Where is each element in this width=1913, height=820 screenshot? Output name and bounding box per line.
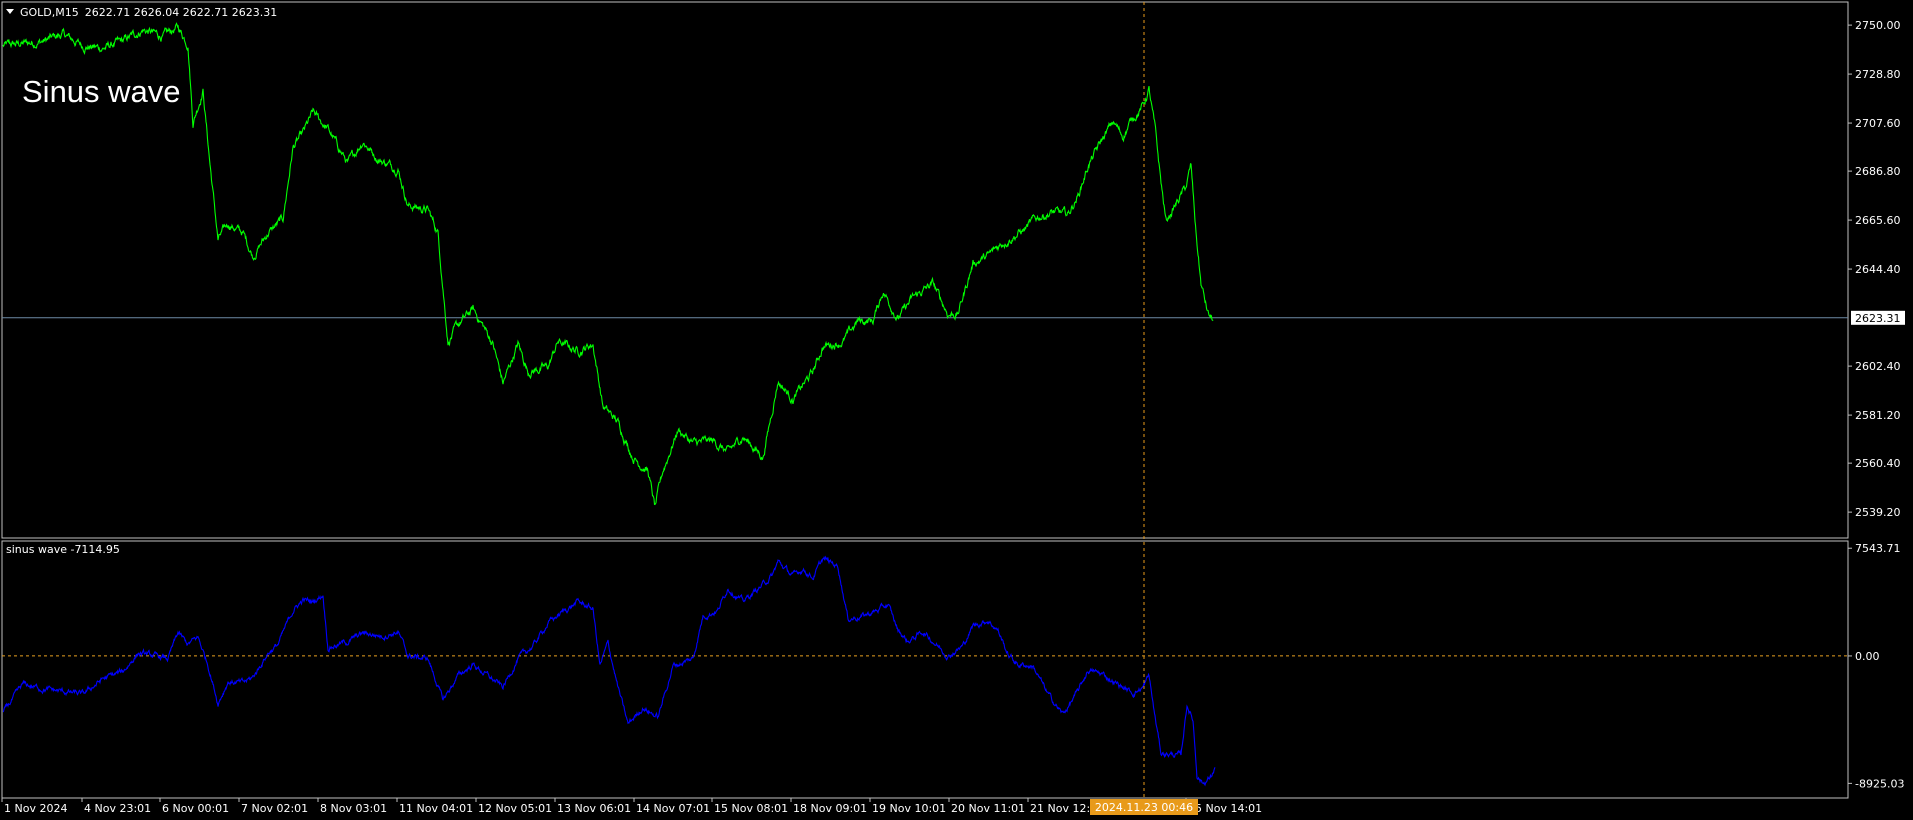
svg-text:GOLD,M152622.71 2626.04 2622.7: GOLD,M15 2622.71 2626.04 2622.71 2623.31 — [20, 6, 277, 19]
x-tick-label: 11 Nov 04:01 — [399, 802, 473, 815]
y-tick-label: 2728.80 — [1855, 68, 1901, 81]
symbol-header: GOLD,M15 2622.71 2626.04 2622.71 2623.31 — [6, 6, 277, 19]
x-tick-label: 12 Nov 05:01 — [478, 802, 552, 815]
y-tick-label: 2750.00 — [1855, 19, 1901, 32]
y-tick-label: 2581.20 — [1855, 409, 1901, 422]
ohlc-values: 2622.71 2626.04 2622.71 2623.31 — [85, 6, 277, 19]
x-tick-label: 13 Nov 06:01 — [557, 802, 631, 815]
indicator-y-tick-label: -8925.03 — [1855, 777, 1904, 790]
y-tick-label: 2539.20 — [1855, 506, 1901, 519]
y-tick-label: 2602.40 — [1855, 360, 1901, 373]
chart-background — [0, 0, 1913, 820]
x-tick-label: 6 Nov 00:01 — [162, 802, 229, 815]
x-tick-label: 1 Nov 2024 — [4, 802, 67, 815]
y-tick-label: 2560.40 — [1855, 457, 1901, 470]
x-tick-label: 4 Nov 23:01 — [84, 802, 151, 815]
x-tick-label: 25 Nov 14:01 — [1188, 802, 1262, 815]
sinus-wave-title: Sinus wave — [22, 74, 181, 109]
symbol-name: GOLD,M15 — [20, 6, 79, 19]
current-price-label: 2623.31 — [1855, 312, 1901, 325]
indicator-y-tick-label: 0.00 — [1855, 650, 1880, 663]
x-tick-label: 20 Nov 11:01 — [951, 802, 1025, 815]
y-tick-label: 2644.40 — [1855, 263, 1901, 276]
y-tick-label: 2707.60 — [1855, 117, 1901, 130]
trading-chart[interactable]: 2750.00 2728.80 2707.60 2686.80 2665.60 2644.… — [0, 0, 1913, 820]
x-tick-label: 15 Nov 08:01 — [714, 802, 788, 815]
indicator-y-tick-label: 7543.71 — [1855, 542, 1901, 555]
x-tick-label: 14 Nov 07:01 — [636, 802, 710, 815]
x-tick-label: 8 Nov 03:01 — [320, 802, 387, 815]
y-tick-label: 2686.80 — [1855, 165, 1901, 178]
x-tick-label: 7 Nov 02:01 — [241, 802, 308, 815]
indicator-label: sinus wave -7114.95 — [6, 543, 120, 556]
x-tick-label: 18 Nov 09:01 — [793, 802, 867, 815]
x-tick-label: 19 Nov 10:01 — [872, 802, 946, 815]
y-tick-label: 2665.60 — [1855, 214, 1901, 227]
